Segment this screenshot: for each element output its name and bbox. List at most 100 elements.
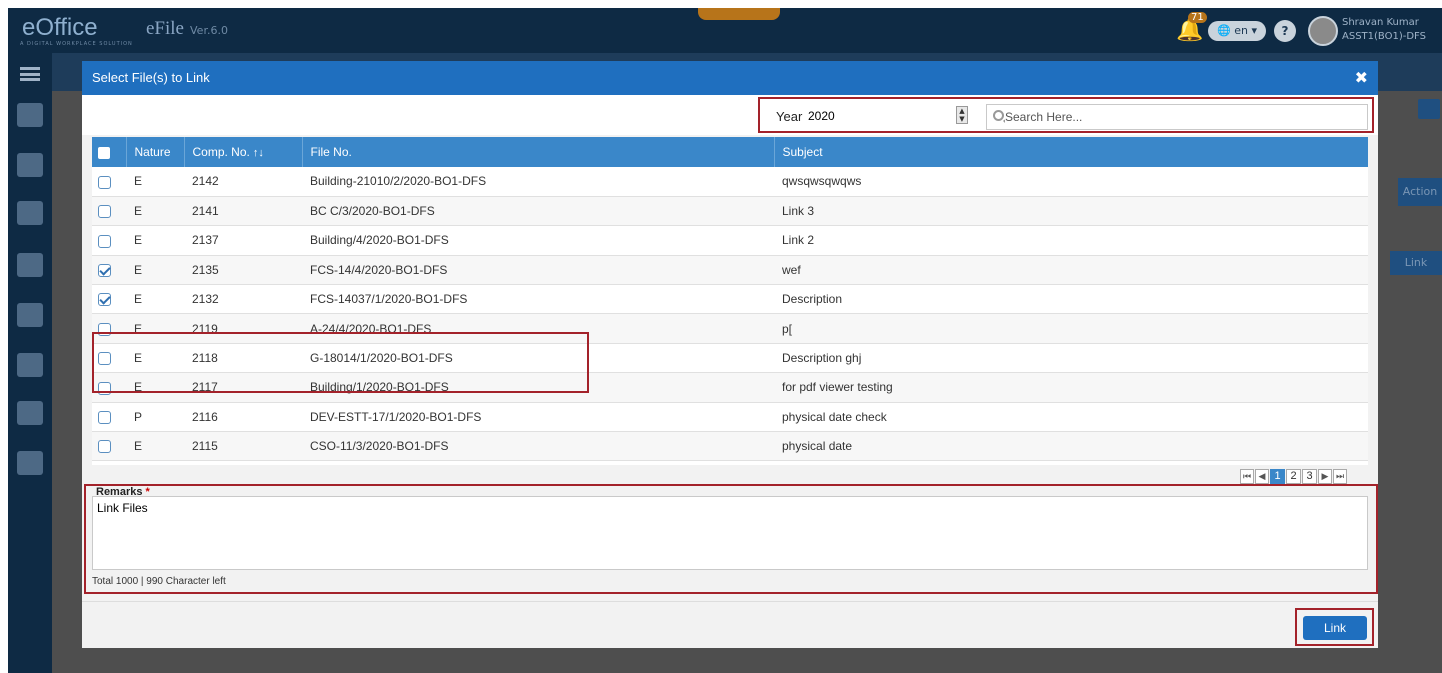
row-select-cell [92, 402, 126, 433]
column-header-file-no[interactable]: File No. [302, 137, 775, 167]
file-no-cell: DEV-ESTT-17/1/2020-BO1-DFS [302, 402, 774, 433]
row-checkbox[interactable] [98, 234, 111, 248]
table-row[interactable]: E 2142 Building-21010/2/2020-BO1-DFS qwsqws… [92, 167, 1368, 197]
row-checkbox[interactable] [98, 322, 111, 336]
row-select-cell [92, 167, 126, 197]
comp-no-cell: 2117 [184, 372, 302, 403]
settings-icon[interactable] [17, 451, 43, 475]
row-checkbox[interactable] [98, 352, 111, 366]
file-no-cell: Building-21010/2/2020-BO1-DFS [302, 167, 774, 197]
table-row[interactable]: E 2132 FCS-14037/1/2020-BO1-DFS Description [92, 284, 1368, 315]
file-icon[interactable] [17, 153, 43, 177]
pagination: ⏮ ◀ 1 2 3 ▶ ⏭ [1240, 469, 1348, 485]
language-selector[interactable]: 🌐 en ▾ [1208, 21, 1266, 41]
comp-no-cell: 2118 [184, 343, 302, 374]
table-row[interactable]: E 2118 G-18014/1/2020-BO1-DFS Description g… [92, 343, 1368, 374]
select-all-header [92, 137, 127, 167]
next-page-icon[interactable]: ▶ [1318, 469, 1332, 484]
year-spinner-icon[interactable]: ▲ ▼ [956, 106, 968, 124]
background-link-button[interactable]: Link [1390, 251, 1442, 275]
column-header-nature[interactable]: Nature [126, 137, 185, 167]
table-row[interactable]: E 2141 BC C/3/2020-BO1-DFS Link 3 [92, 196, 1368, 227]
subject-cell: Description ghj [774, 343, 1368, 374]
row-checkbox[interactable] [98, 440, 111, 454]
row-checkbox[interactable] [98, 264, 111, 278]
print-icon[interactable] [1418, 99, 1440, 119]
search-input[interactable] [1005, 107, 1355, 127]
row-checkbox[interactable] [98, 175, 111, 189]
prev-page-icon[interactable]: ◀ [1255, 469, 1269, 484]
register-icon[interactable] [17, 253, 43, 277]
page-3-button[interactable]: 3 [1302, 469, 1317, 484]
subject-cell: Link 2 [774, 225, 1368, 256]
receipt-icon[interactable] [17, 103, 43, 127]
notes-icon[interactable] [17, 401, 43, 425]
close-icon[interactable]: ✖ [1355, 68, 1368, 87]
select-files-modal: Select File(s) to Link ✖ Year ▲▼ Nature … [82, 61, 1378, 648]
menu-icon[interactable] [20, 67, 40, 81]
column-header-subject[interactable]: Subject [774, 137, 1368, 167]
modal-header: Select File(s) to Link ✖ [82, 61, 1378, 95]
eoffice-logo: eOffice [22, 14, 98, 41]
table-row[interactable]: E 2119 A-24/4/2020-BO1-DFS p[ [92, 313, 1368, 344]
nature-header-label: Nature [134, 145, 171, 159]
dak-icon[interactable] [17, 201, 43, 225]
link-button[interactable]: Link [1303, 616, 1367, 640]
notification-badge: 71 [1188, 12, 1207, 23]
row-checkbox[interactable] [98, 381, 111, 395]
row-select-cell [92, 313, 126, 344]
subject-cell: physical date [774, 431, 1368, 462]
table-body: E 2142 Building-21010/2/2020-BO1-DFS qwsqws… [92, 167, 1368, 462]
filter-group: Year ▲▼ [758, 97, 1374, 133]
nature-cell: E [126, 284, 184, 315]
select-all-checkbox[interactable] [98, 146, 110, 159]
file-no-cell: Building/1/2020-BO1-DFS [302, 372, 774, 403]
comp-no-header-label: Comp. No. [192, 145, 250, 159]
table-row[interactable]: E 2115 CSO-11/3/2020-BO1-DFS physical date [92, 431, 1368, 462]
sidebar [8, 53, 52, 673]
link-button-highlight: Link [1295, 608, 1374, 646]
table-row[interactable]: E 2137 Building/4/2020-BO1-DFS Link 2 [92, 225, 1368, 256]
year-label: Year [776, 109, 803, 124]
file-no-cell: Building/4/2020-BO1-DFS [302, 225, 774, 256]
user-info[interactable]: Shravan Kumar ASST1(BO1)-DFS [1342, 16, 1426, 44]
last-page-icon[interactable]: ⏭ [1333, 469, 1347, 484]
page-1-button[interactable]: 1 [1270, 469, 1285, 484]
search-box[interactable] [986, 104, 1368, 130]
nature-cell: E [126, 255, 184, 286]
help-icon[interactable]: ? [1274, 20, 1296, 42]
remarks-textarea[interactable]: Link Files [92, 496, 1368, 570]
table-row[interactable]: E 2135 FCS-14/4/2020-BO1-DFS wef [92, 255, 1368, 286]
table-header-row: Nature Comp. No. ↑↓ File No. Subject [92, 137, 1368, 167]
center-tab-handle[interactable] [698, 8, 780, 20]
file-no-cell: G-18014/1/2020-BO1-DFS [302, 343, 774, 374]
row-checkbox[interactable] [98, 293, 111, 307]
year-input[interactable] [804, 104, 968, 128]
remarks-label-text: Remarks [96, 486, 143, 498]
file-no-cell: FCS-14/4/2020-BO1-DFS [302, 255, 774, 286]
page-2-button[interactable]: 2 [1286, 469, 1301, 484]
row-select-cell [92, 225, 126, 256]
row-checkbox[interactable] [98, 410, 111, 424]
character-counter: Total 1000 | 990 Character left [92, 576, 226, 587]
table-row[interactable]: E 2117 Building/1/2020-BO1-DFS for pdf view… [92, 372, 1368, 403]
modal-toolbar: Year ▲▼ [82, 95, 1378, 135]
row-select-cell [92, 372, 126, 403]
file-no-cell: FCS-14037/1/2020-BO1-DFS [302, 284, 774, 315]
avatar[interactable] [1308, 16, 1338, 46]
nature-cell: E [126, 196, 184, 227]
table-row[interactable]: P 2116 DEV-ESTT-17/1/2020-BO1-DFS physical … [92, 402, 1368, 433]
first-page-icon[interactable]: ⏮ [1240, 469, 1254, 484]
nature-cell: E [126, 225, 184, 256]
subject-cell: p[ [774, 313, 1368, 344]
sort-icon[interactable]: ↑↓ [253, 147, 264, 159]
comp-no-cell: 2115 [184, 431, 302, 462]
dispatch-icon[interactable] [17, 353, 43, 377]
nature-cell: E [126, 431, 184, 462]
remarks-section: Link Files Remarks * Total 1000 | 990 Ch… [84, 484, 1378, 594]
column-header-comp-no[interactable]: Comp. No. ↑↓ [184, 137, 303, 167]
row-checkbox[interactable] [98, 205, 111, 219]
required-marker: * [145, 486, 150, 498]
files-table: Nature Comp. No. ↑↓ File No. Subject E 214… [92, 137, 1368, 465]
ebox-icon[interactable] [17, 303, 43, 327]
